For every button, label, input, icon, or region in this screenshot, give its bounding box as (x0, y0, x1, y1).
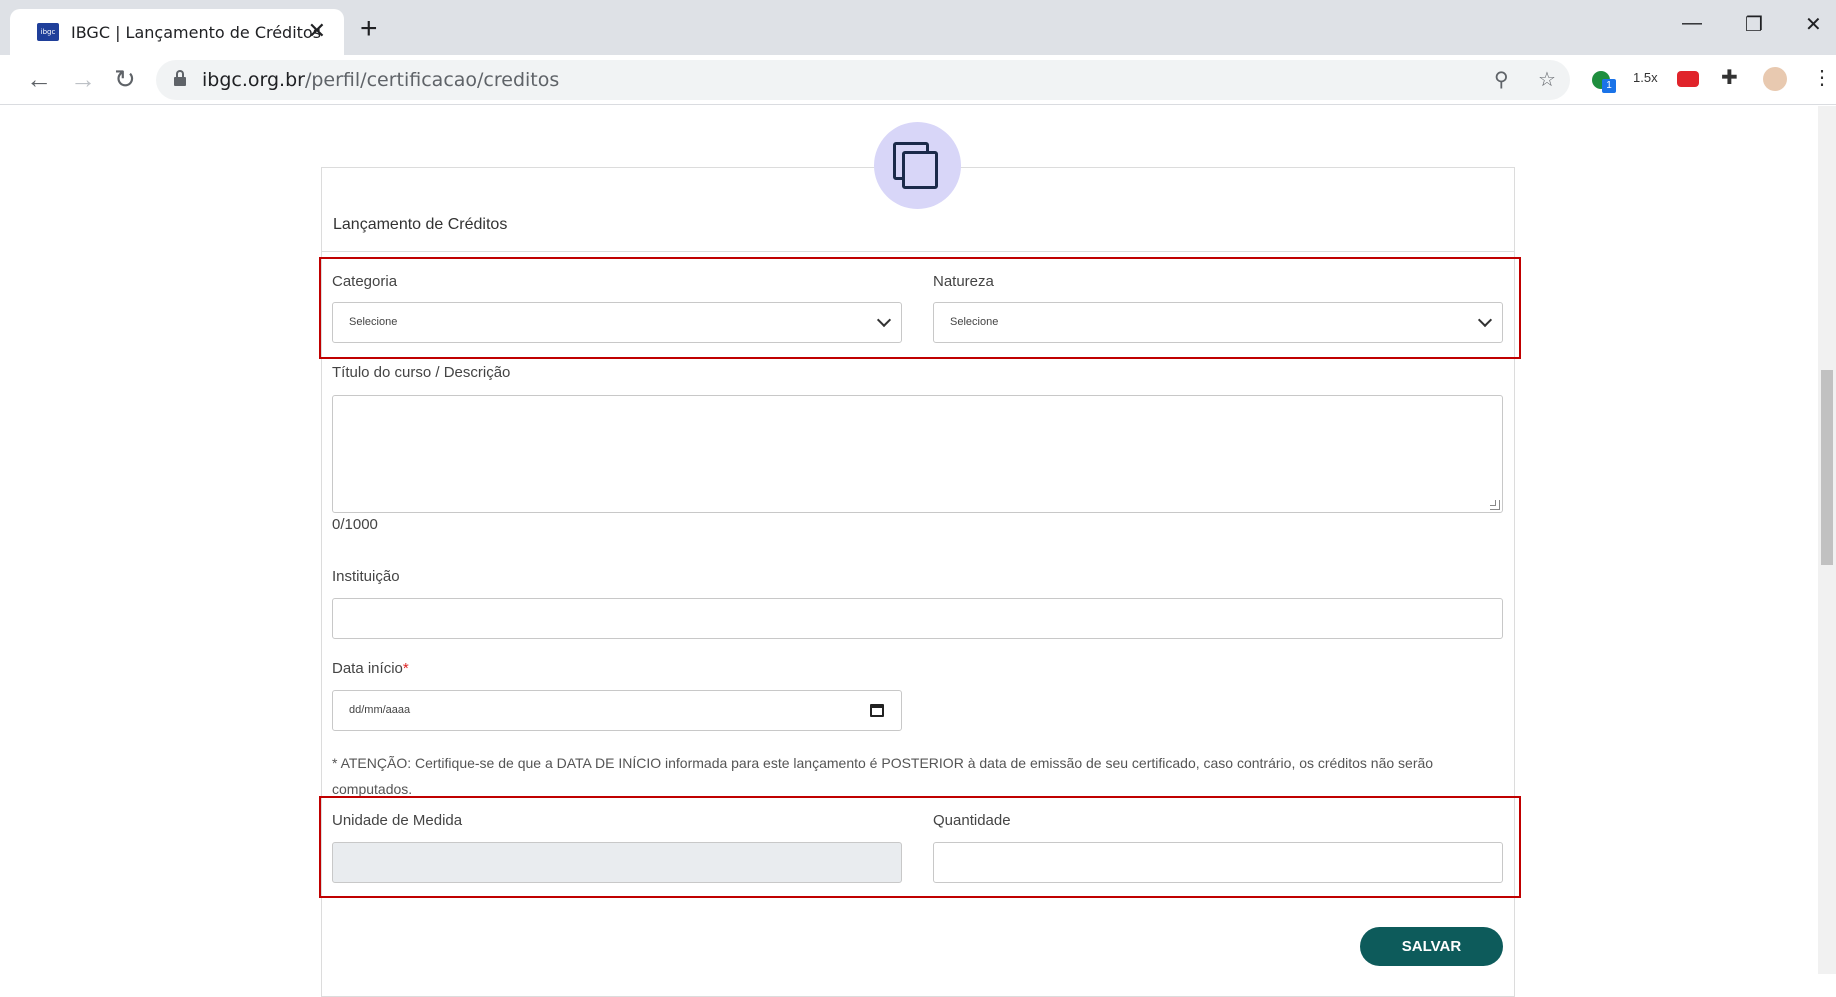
resize-handle-icon[interactable] (1490, 500, 1500, 510)
lock-icon (174, 70, 186, 86)
address-bar: ← → ↻ ibgc.org.br/perfil/certificacao/cr… (0, 55, 1836, 105)
data-inicio-input[interactable]: dd/mm/aaaa (332, 690, 902, 731)
minimize-icon[interactable]: — (1682, 12, 1702, 35)
url-text[interactable]: ibgc.org.br/perfil/certificacao/creditos (202, 69, 559, 91)
save-button[interactable]: SALVAR (1360, 927, 1503, 966)
browser-tab-strip: ibgc IBGC | Lançamento de Créditos ✕ + —… (0, 0, 1836, 55)
titulo-label: Título do curso / Descrição (332, 364, 511, 381)
reload-icon[interactable]: ↻ (114, 65, 136, 93)
page-title: Lançamento de Créditos (333, 216, 508, 233)
avatar[interactable] (1763, 67, 1787, 91)
close-tab-icon[interactable]: ✕ (308, 19, 326, 43)
copy-icon (874, 122, 961, 209)
data-inicio-label: Data início* (332, 660, 409, 677)
titulo-textarea[interactable] (332, 395, 1503, 513)
scrollbar-thumb[interactable] (1821, 370, 1833, 565)
star-icon[interactable]: ☆ (1538, 67, 1556, 92)
restore-icon[interactable]: ❐ (1745, 12, 1763, 37)
forward-icon[interactable]: → (70, 65, 96, 93)
window-close-icon[interactable]: ✕ (1805, 12, 1822, 37)
back-icon[interactable]: ← (26, 65, 52, 93)
date-placeholder: dd/mm/aaaa (349, 704, 411, 716)
puzzle-icon[interactable]: ✚ (1721, 65, 1738, 90)
browser-tab[interactable]: ibgc IBGC | Lançamento de Créditos ✕ (10, 9, 344, 55)
instituicao-input[interactable] (332, 598, 1503, 639)
required-marker: * (402, 660, 409, 677)
omnibox[interactable]: ibgc.org.br/perfil/certificacao/creditos… (156, 60, 1570, 100)
speed-extension[interactable]: 1.5x (1633, 70, 1658, 85)
youtube-extension-icon[interactable] (1677, 71, 1699, 87)
instituicao-label: Instituição (332, 568, 400, 585)
menu-icon[interactable]: ⋮ (1812, 65, 1832, 90)
ibgc-favicon-icon: ibgc (37, 23, 59, 41)
char-counter: 0/1000 (332, 516, 378, 533)
extension-green-icon[interactable]: 1 (1592, 71, 1616, 93)
highlight-box-bottom (319, 796, 1521, 898)
extension-badge: 1 (1602, 79, 1616, 93)
zoom-icon[interactable]: ⚲ (1494, 67, 1509, 92)
calendar-icon[interactable] (870, 704, 884, 717)
tab-title: IBGC | Lançamento de Créditos (71, 22, 322, 42)
highlight-box-top (319, 257, 1521, 359)
new-tab-button[interactable]: + (360, 14, 378, 44)
attention-note: * ATENÇÃO: Certifique-se de que a DATA D… (332, 755, 1434, 797)
